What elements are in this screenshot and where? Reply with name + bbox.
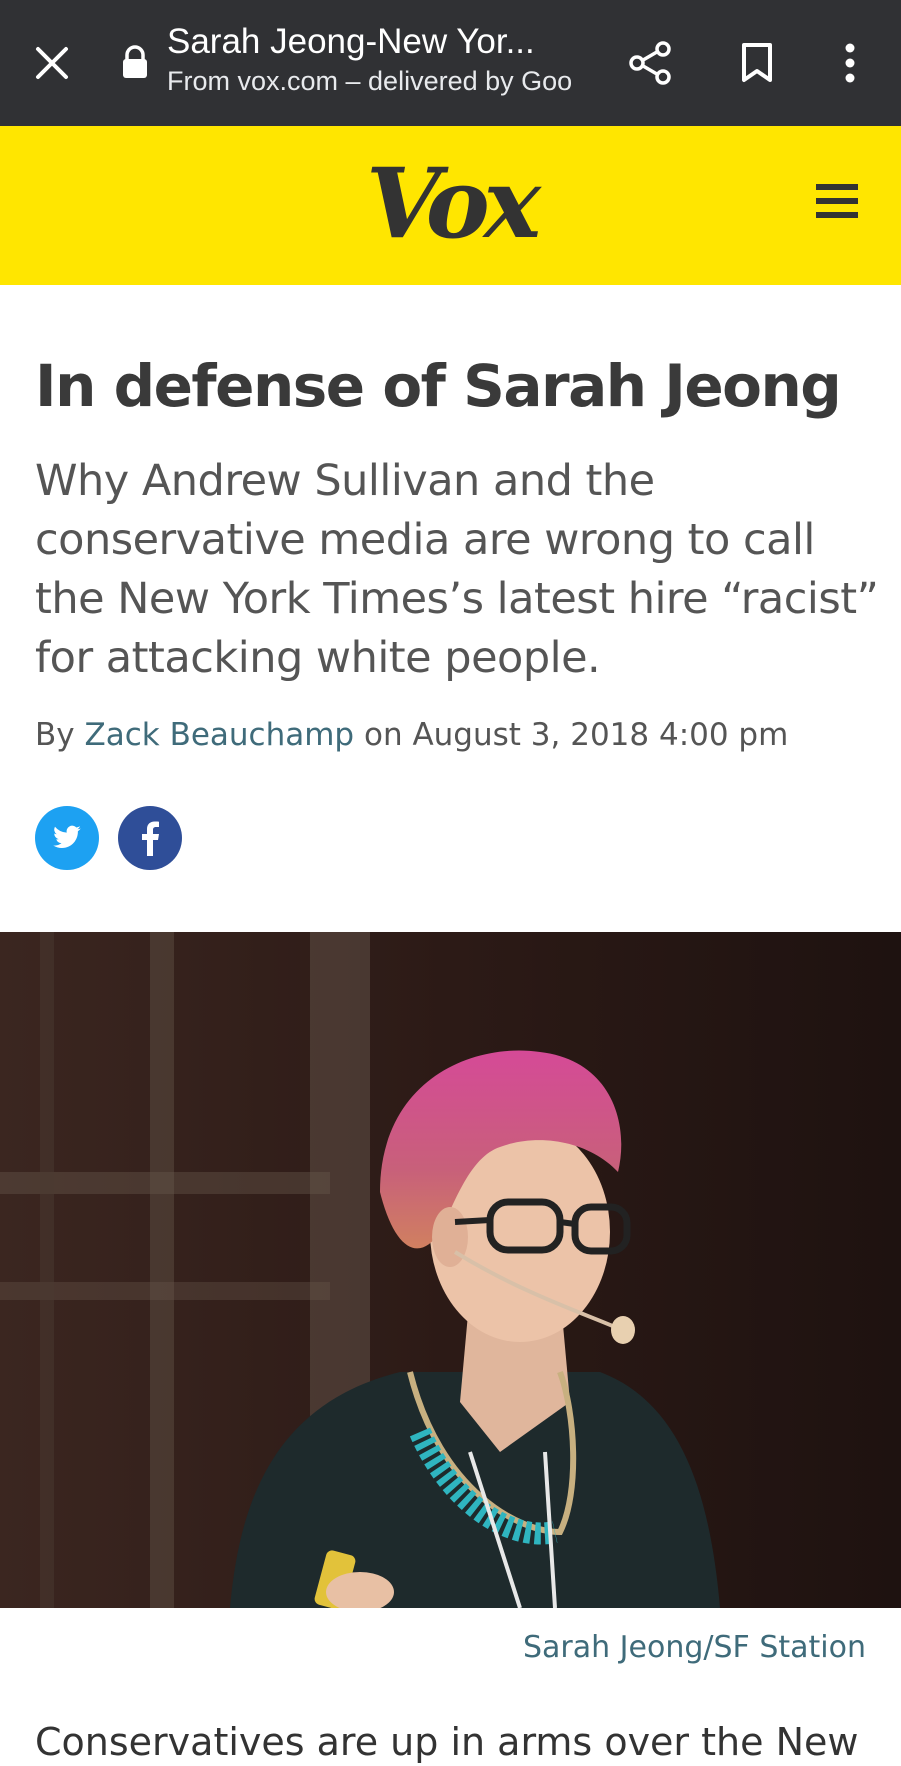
page-title: Sarah Jeong-New Yor... — [167, 22, 535, 61]
article-headline: In defense of Sarah Jeong — [35, 352, 842, 420]
close-button[interactable] — [22, 35, 82, 91]
facebook-share-button[interactable] — [118, 806, 182, 870]
twitter-icon — [53, 825, 81, 849]
portrait-photo — [0, 932, 901, 1608]
byline-prefix: By — [35, 717, 75, 753]
twitter-share-button[interactable] — [35, 806, 99, 870]
article-hero-image — [0, 932, 901, 1608]
lock-icon — [123, 45, 147, 78]
page-origin: From vox.com – delivered by Goo — [167, 66, 573, 96]
article-body-first-line: Conservatives are up in arms over the Ne… — [35, 1720, 859, 1764]
publish-date: on August 3, 2018 4:00 pm — [363, 717, 789, 753]
site-header: Vox — [0, 126, 901, 285]
browser-toolbar: Sarah Jeong-New Yor... From vox.com – de… — [0, 0, 901, 126]
close-icon — [36, 47, 68, 79]
bookmark-button[interactable] — [727, 35, 787, 91]
byline: By Zack Beauchamp on August 3, 2018 4:00… — [35, 715, 788, 755]
more-options-button[interactable] — [820, 35, 880, 91]
image-caption: Sarah Jeong/SF Station — [522, 1630, 866, 1665]
bookmark-icon — [742, 43, 772, 82]
share-icon — [629, 41, 671, 85]
more-vert-icon — [845, 43, 855, 83]
menu-button[interactable] — [812, 176, 862, 226]
article-dek: Why Andrew Sullivan and the conservative… — [35, 456, 879, 683]
facebook-icon — [142, 821, 159, 856]
vox-logo[interactable]: Vox — [0, 144, 901, 264]
hamburger-menu-icon — [816, 184, 858, 218]
share-button[interactable] — [620, 35, 680, 91]
title-area[interactable]: Sarah Jeong-New Yor... From vox.com – de… — [167, 20, 582, 98]
author-link[interactable]: Zack Beauchamp — [84, 717, 354, 753]
